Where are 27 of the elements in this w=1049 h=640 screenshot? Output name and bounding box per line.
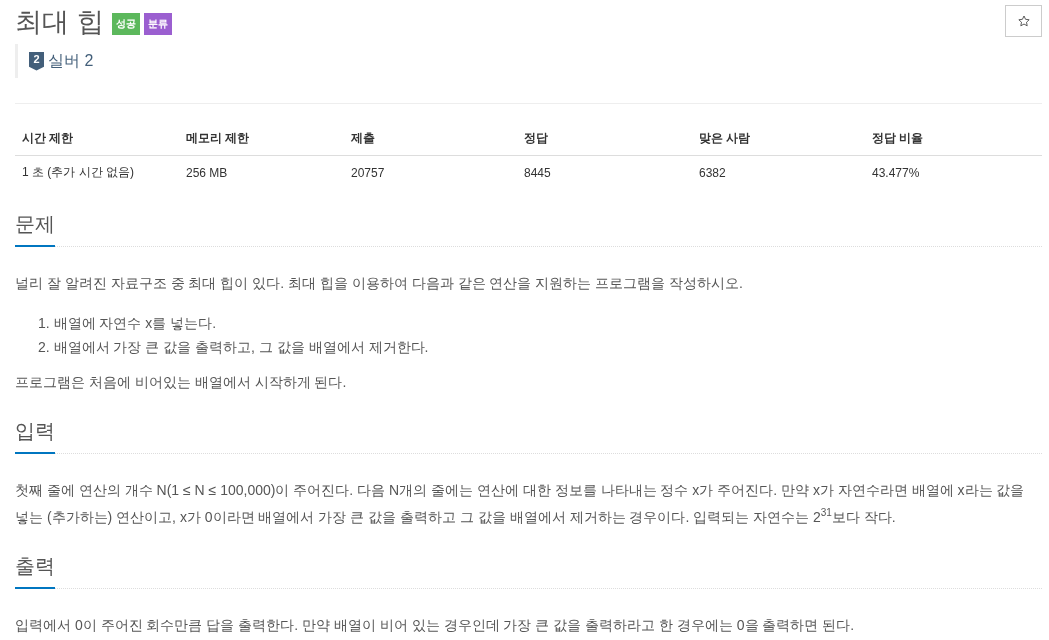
column-header: 정답: [517, 122, 692, 156]
paragraph: 입력에서 0이 주어진 회수만큼 답을 출력한다. 만약 배열이 비어 있는 경우인데 가장 큰 값을 출력하라고 한 경우에는 0을 출력하면 된다.: [15, 616, 856, 635]
column-header: 맞은 사람: [692, 122, 865, 156]
tier-label: 실버 2: [48, 50, 94, 71]
list-item: 2. 배열에서 가장 큰 값을 출력하고, 그 값을 배열에서 제거한다.: [38, 338, 430, 357]
table-cell: 256 MB: [179, 155, 344, 189]
table-cell: 20757: [344, 155, 517, 189]
paragraph: 프로그램은 처음에 비어있는 배열에서 시작하게 된다.: [15, 373, 348, 392]
status-label: 분류: [143, 13, 172, 35]
status-label: 성공: [111, 13, 140, 35]
section-heading: 문제: [15, 211, 55, 247]
column-header: 시간 제한: [15, 122, 179, 156]
problem-title: 최대 힙: [15, 6, 104, 39]
table-cell: 43.477%: [865, 155, 1042, 189]
column-header: 제출: [344, 122, 517, 156]
table-cell: 1 초 (추가 시간 없음): [15, 155, 179, 189]
paragraph: 널리 잘 알려진 자료구조 중 최대 힙이 있다. 최대 힙을 이용하여 다음과 같은 연산을 지원하는 프로그램을 작성하시오.: [15, 274, 744, 293]
column-header: 정답 비율: [865, 122, 1042, 156]
paragraph: 첫째 줄에 연산의 개수 N(1 ≤ N ≤ 100,000)이 주어진다. 다음 N개의 줄에는 연산에 대한 정보를 나타내는 정수 x가 주어진다. 만약 x가 자연수라면 배열에 x라는 값을 넣는 (추가하는) 연산이고, x가 0이라면 배열에서 가장 큰 값을 출력하고 그 값을 배열에서 제거하는 경우이다. 입력되는 자연수는 2$^{31}$보다 작다.: [15, 481, 1026, 527]
table-cell: 6382: [692, 155, 865, 189]
column-header: 메모리 제한: [179, 122, 344, 156]
section-heading: 입력: [15, 418, 55, 454]
star-button[interactable]: [1005, 5, 1042, 37]
section-heading: 출력: [15, 553, 55, 589]
tier-badge: 2: [29, 51, 44, 71]
list-item: 1. 배열에 자연수 x를 넣는다.: [38, 314, 218, 333]
table-cell: 8445: [517, 155, 692, 189]
